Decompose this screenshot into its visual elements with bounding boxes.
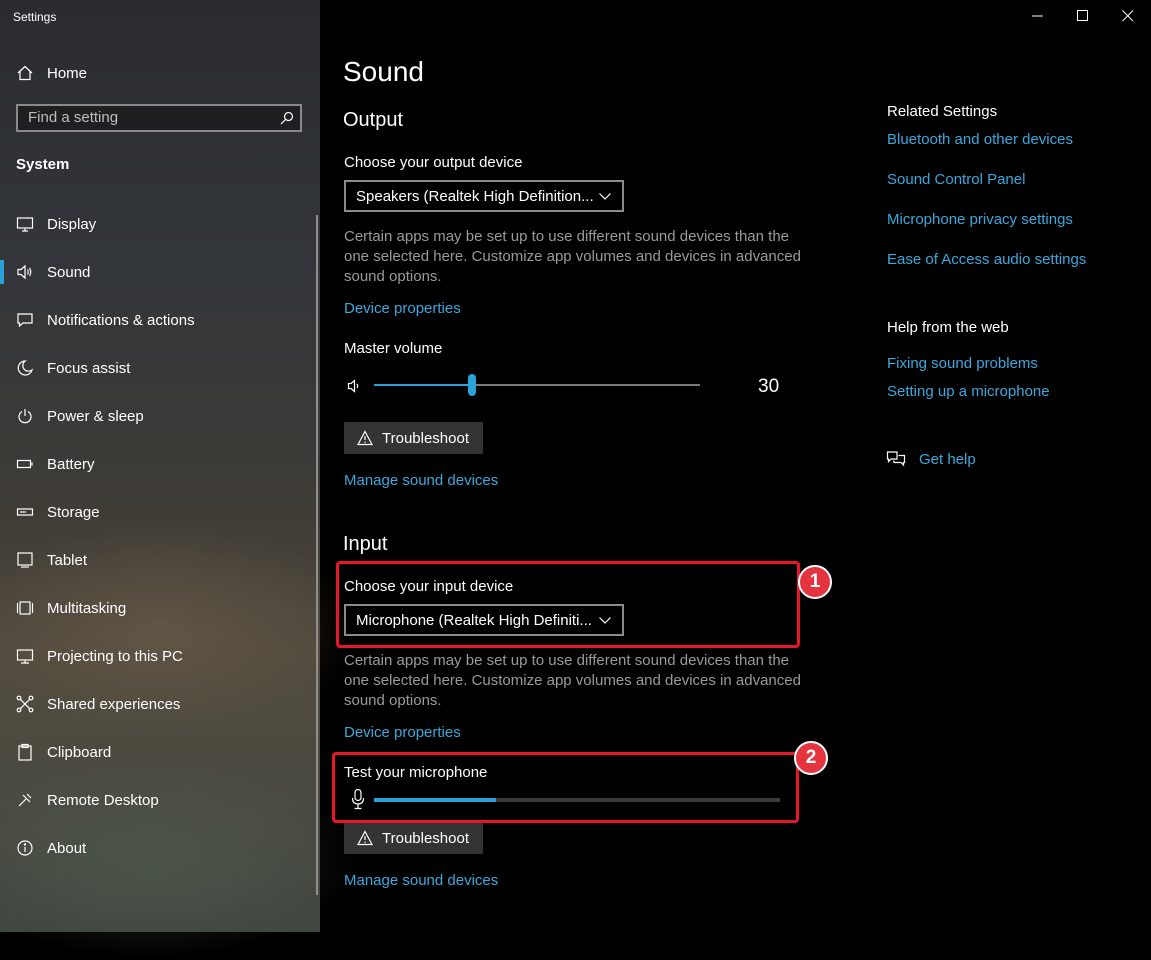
projecting-icon — [16, 649, 34, 664]
sidebar-item-focus-assist[interactable]: Focus assist — [0, 348, 316, 388]
sidebar-item-battery[interactable]: Battery — [0, 444, 316, 484]
home-icon — [17, 65, 33, 81]
volume-thumb[interactable] — [468, 374, 476, 396]
battery-icon — [16, 459, 33, 469]
minimize-button[interactable] — [1014, 0, 1060, 32]
input-manage-devices-link[interactable]: Manage sound devices — [344, 872, 498, 889]
sidebar-item-label: Power & sleep — [47, 407, 144, 425]
search-box[interactable] — [16, 104, 302, 132]
input-description: Certain apps may be set up to use differ… — [344, 652, 801, 709]
input-heading: Input — [343, 533, 388, 555]
sidebar-item-power-sleep[interactable]: Power & sleep — [0, 396, 316, 436]
sidebar-item-label: Remote Desktop — [47, 791, 159, 809]
close-button[interactable] — [1105, 0, 1151, 32]
sidebar-item-label: Battery — [47, 455, 95, 473]
help-link-setting-up-microphone[interactable]: Setting up a microphone — [887, 383, 1050, 400]
related-settings-title: Related Settings — [887, 103, 998, 120]
tablet-icon — [17, 552, 33, 568]
remote-desktop-icon — [18, 793, 32, 807]
info-icon — [17, 840, 33, 856]
troubleshoot-label: Troubleshoot — [382, 429, 469, 447]
storage-icon — [16, 508, 34, 516]
volume-fill — [374, 384, 472, 386]
sidebar-item-storage[interactable]: Storage — [0, 492, 316, 532]
sidebar-item-label: Clipboard — [47, 743, 112, 761]
related-link-bluetooth[interactable]: Bluetooth and other devices — [887, 131, 1073, 148]
search-input[interactable] — [28, 109, 268, 126]
sidebar-item-label: Shared experiences — [47, 695, 181, 713]
help-web-title: Help from the web — [887, 319, 1009, 336]
annotation-badge-1: 1 — [798, 565, 832, 599]
output-troubleshoot-button[interactable]: Troubleshoot — [344, 422, 483, 454]
troubleshoot-label: Troubleshoot — [382, 829, 469, 847]
master-volume-slider[interactable] — [374, 374, 700, 396]
sidebar-item-label: Notifications & actions — [47, 311, 195, 329]
sidebar-item-label: Sound — [47, 263, 91, 281]
power-icon — [18, 409, 32, 424]
output-device-dropdown[interactable]: Speakers (Realtek High Definition... — [344, 180, 624, 212]
annotation-box-2 — [332, 752, 799, 823]
sidebar-item-notifications[interactable]: Notifications & actions — [0, 300, 316, 340]
output-manage-devices-link[interactable]: Manage sound devices — [344, 472, 498, 489]
home-label: Home — [47, 64, 88, 82]
related-link-microphone-privacy[interactable]: Microphone privacy settings — [887, 211, 1073, 228]
sidebar: Settings Home System Display Sound Notif… — [0, 0, 360, 960]
sidebar-item-about[interactable]: About — [0, 828, 316, 868]
sidebar-item-multitasking[interactable]: Multitasking — [0, 588, 316, 628]
input-device-properties-link[interactable]: Device properties — [344, 724, 461, 741]
search-icon[interactable] — [280, 111, 294, 125]
multitasking-icon — [16, 601, 34, 615]
related-link-sound-control-panel[interactable]: Sound Control Panel — [887, 171, 1025, 188]
sidebar-item-label: Storage — [47, 503, 100, 521]
sidebar-scrollbar[interactable] — [316, 215, 318, 895]
sidebar-item-label: Display — [47, 215, 97, 233]
volume-value: 30 — [758, 376, 780, 397]
output-description: Certain apps may be set up to use differ… — [344, 228, 801, 285]
output-device-value: Speakers (Realtek High Definition... — [356, 187, 594, 205]
sidebar-item-shared-experiences[interactable]: Shared experiences — [0, 684, 316, 724]
maximize-button[interactable] — [1060, 0, 1106, 32]
help-link-fixing-sound[interactable]: Fixing sound problems — [887, 355, 1038, 372]
sidebar-item-clipboard[interactable]: Clipboard — [0, 732, 316, 772]
warning-icon — [357, 430, 373, 446]
get-help-icon — [886, 451, 906, 467]
moon-icon — [17, 360, 34, 376]
output-device-properties-link[interactable]: Device properties — [344, 300, 461, 317]
sidebar-item-tablet[interactable]: Tablet — [0, 540, 316, 580]
notifications-icon — [17, 313, 33, 328]
sidebar-item-label: Focus assist — [47, 359, 131, 377]
sidebar-item-sound[interactable]: Sound — [0, 252, 316, 292]
sidebar-item-label: Projecting to this PC — [47, 647, 183, 665]
master-volume-label: Master volume — [344, 340, 443, 357]
sidebar-item-projecting[interactable]: Projecting to this PC — [0, 636, 316, 676]
shared-experiences-icon — [16, 695, 34, 713]
annotation-box-1 — [336, 561, 800, 648]
speaker-icon — [17, 264, 32, 280]
section-title: System — [16, 156, 70, 173]
speaker-icon[interactable] — [347, 378, 363, 394]
page-title: Sound — [343, 56, 424, 87]
close-icon — [1122, 10, 1134, 22]
minimize-icon — [1032, 15, 1043, 17]
display-icon — [16, 217, 34, 232]
related-link-ease-of-access-audio[interactable]: Ease of Access audio settings — [887, 251, 1086, 268]
warning-icon — [357, 830, 373, 846]
sidebar-item-display[interactable]: Display — [0, 204, 316, 244]
sidebar-item-label: Tablet — [47, 551, 88, 569]
sidebar-item-remote-desktop[interactable]: Remote Desktop — [0, 780, 316, 820]
get-help-link[interactable]: Get help — [919, 451, 976, 468]
clipboard-icon — [18, 743, 32, 761]
output-heading: Output — [343, 109, 404, 131]
sidebar-item-label: Multitasking — [47, 599, 127, 617]
annotation-badge-2: 2 — [794, 741, 828, 775]
chevron-down-icon — [599, 193, 611, 200]
output-device-label: Choose your output device — [344, 154, 523, 171]
app-title: Settings — [13, 10, 57, 24]
maximize-icon — [1077, 10, 1088, 21]
input-troubleshoot-button[interactable]: Troubleshoot — [344, 822, 483, 854]
home-nav[interactable]: Home — [16, 60, 87, 86]
sidebar-item-label: About — [47, 839, 87, 857]
